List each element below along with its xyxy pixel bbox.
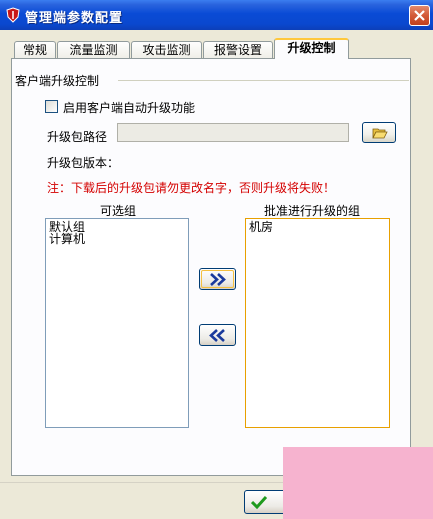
window-title: 管理端参数配置 [25, 11, 124, 26]
package-path-label: 升级包路径 [47, 130, 108, 144]
move-right-button[interactable] [199, 268, 236, 290]
tab-upgrade-control[interactable]: 升级控制 [274, 38, 349, 59]
close-icon [414, 10, 425, 21]
shield-icon [6, 7, 20, 23]
group-divider [118, 80, 409, 81]
auto-upgrade-label: 启用客户端自动升级功能 [63, 101, 196, 115]
list-item[interactable]: 计算机 [49, 233, 185, 245]
double-chevron-left-icon [209, 329, 225, 342]
browse-button[interactable] [362, 122, 396, 143]
close-button[interactable] [409, 5, 430, 26]
list-item[interactable]: 机房 [249, 221, 386, 233]
tab-traffic-monitor[interactable]: 流量监测 [57, 41, 130, 58]
package-path-field[interactable] [117, 123, 349, 142]
auto-upgrade-checkbox[interactable] [45, 100, 58, 113]
approved-groups-label: 批准进行升级的组 [264, 204, 361, 218]
checkmark-icon [251, 495, 267, 509]
tab-general[interactable]: 常规 [14, 41, 56, 58]
package-version-label: 升级包版本： [47, 156, 120, 170]
overlay-block [283, 447, 433, 519]
warning-text: 注：下载后的升级包请勿更改名字，否则升级将失败！ [47, 181, 336, 195]
group-title: 客户端升级控制 [15, 74, 100, 88]
tab-attack-monitor[interactable]: 攻击监测 [131, 41, 202, 58]
available-groups-label: 可选组 [100, 204, 137, 218]
double-chevron-right-icon [210, 273, 226, 286]
folder-open-icon [372, 128, 388, 139]
tab-alarm-settings[interactable]: 报警设置 [203, 41, 273, 58]
move-left-button[interactable] [199, 324, 236, 346]
available-groups-list[interactable]: 默认组 计算机 [45, 218, 189, 428]
approved-groups-list[interactable]: 机房 [245, 218, 390, 428]
title-bar: 管理端参数配置 [0, 0, 433, 30]
